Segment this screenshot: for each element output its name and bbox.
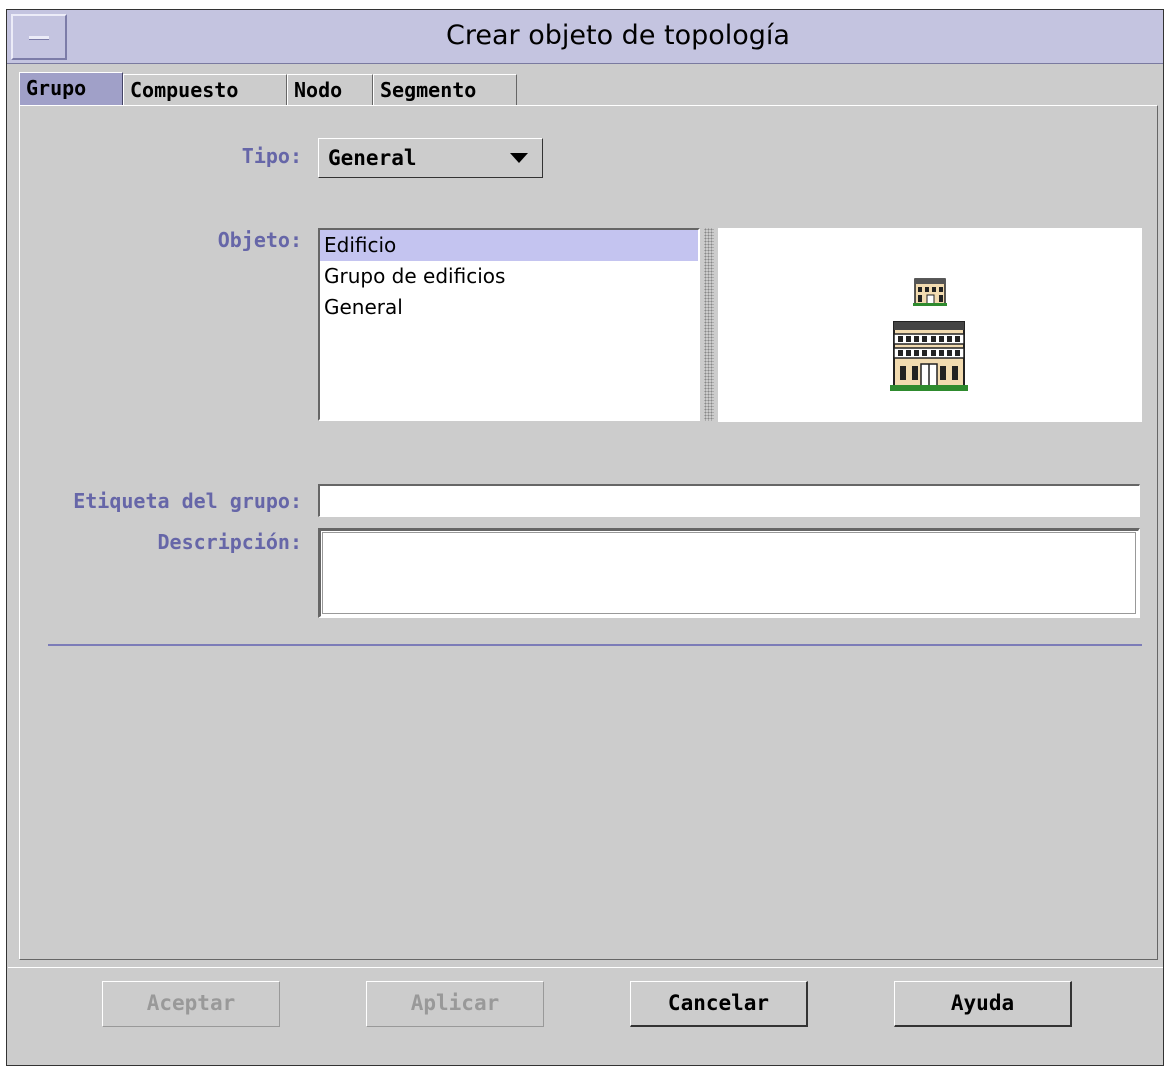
tab-grupo[interactable]: Grupo	[19, 72, 123, 106]
tab-nodo[interactable]: Nodo	[287, 74, 373, 106]
tab-panel-grupo: Tipo: General Objeto: Edificio Grupo de …	[19, 105, 1158, 960]
divider	[48, 644, 1142, 646]
title-bar[interactable]: Crear objeto de topología	[7, 10, 1163, 64]
tab-segmento[interactable]: Segmento	[373, 74, 517, 106]
etiqueta-field[interactable]	[318, 484, 1140, 517]
dialog-window: Crear objeto de topología Grupo Compuest…	[6, 9, 1164, 1066]
descripcion-label: Descripción:	[157, 530, 303, 554]
tab-compuesto[interactable]: Compuesto	[123, 74, 287, 106]
objeto-list[interactable]: Edificio Grupo de edificios General	[318, 228, 700, 421]
list-item-grupo-de-edificios[interactable]: Grupo de edificios	[320, 261, 698, 292]
window-menu-icon	[29, 36, 49, 40]
split-pane-divider[interactable]	[704, 228, 714, 421]
screen-frame: Crear objeto de topología Grupo Compuest…	[0, 0, 1172, 1073]
tipo-label: Tipo:	[241, 144, 302, 168]
etiqueta-label: Etiqueta del grupo:	[73, 489, 302, 513]
list-item-edificio[interactable]: Edificio	[320, 230, 698, 261]
object-preview	[718, 228, 1142, 422]
window-menu-button[interactable]	[11, 14, 67, 60]
objeto-label: Objeto:	[217, 228, 302, 252]
descripcion-field[interactable]	[318, 528, 1140, 618]
cancel-button[interactable]: Cancelar	[630, 981, 808, 1027]
chevron-down-icon[interactable]	[510, 153, 528, 163]
building-large-icon	[890, 321, 968, 391]
help-button[interactable]: Ayuda	[894, 981, 1072, 1027]
tipo-combo[interactable]: General	[318, 138, 543, 178]
list-item-general[interactable]: General	[320, 292, 698, 323]
accept-button[interactable]: Aceptar	[102, 981, 280, 1027]
window-title: Crear objeto de topología	[446, 20, 790, 51]
button-bar-divider	[8, 967, 1163, 968]
tipo-combo-value: General	[328, 146, 417, 170]
building-small-icon	[913, 278, 947, 306]
apply-button[interactable]: Aplicar	[366, 981, 544, 1027]
